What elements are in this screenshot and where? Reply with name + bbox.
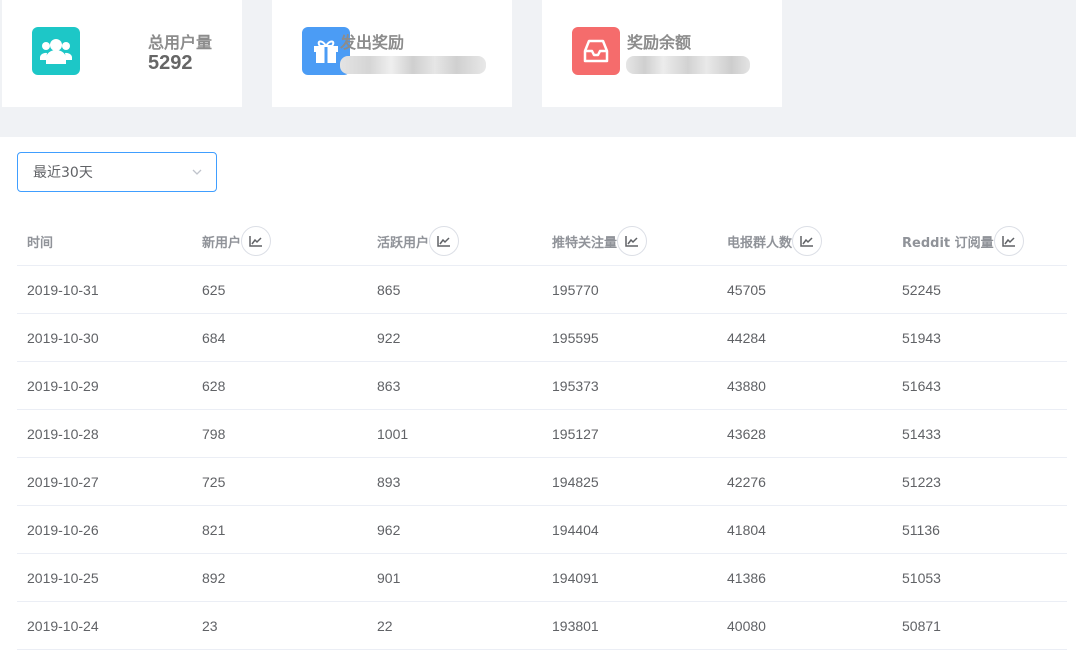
date-range-select[interactable]: 最近30天	[17, 152, 217, 192]
cell-active-users: 22	[377, 617, 393, 634]
cell-active-users: 863	[377, 377, 401, 394]
stat-label: 发出奖励	[340, 33, 405, 52]
cell-date: 2019-10-27	[27, 473, 99, 490]
cell-twitter-followers: 194825	[552, 473, 599, 490]
table-row: 2019-10-24 23 22 193801 40080 50871	[17, 602, 1067, 650]
cell-active-users: 901	[377, 569, 401, 586]
stat-label: 奖励余额	[627, 33, 692, 52]
blurred-value	[340, 56, 486, 74]
cell-new-users: 821	[202, 521, 226, 538]
table-header-row: 时间 新用户 活跃用户 推特关注量 电报群人数 Reddit 订阅量	[17, 217, 1067, 266]
header-twitter-followers: 推特关注量	[552, 217, 648, 265]
inbox-icon	[572, 27, 620, 75]
cell-telegram-members: 45705	[727, 281, 766, 298]
table-row: 2019-10-30 684 922 195595 44284 51943	[17, 314, 1067, 362]
stats-cards: 总用户量 5292 发出奖励 奖励余额	[0, 0, 1076, 137]
table-row: 2019-10-28 798 1001 195127 43628 51433	[17, 410, 1067, 458]
table-row: 2019-10-25 892 901 194091 41386 51053	[17, 554, 1067, 602]
cell-reddit-subscribers: 51943	[902, 329, 941, 346]
header-label: 活跃用户	[377, 235, 430, 251]
trend-chart-button[interactable]	[429, 226, 460, 256]
trend-chart-button[interactable]	[241, 226, 272, 256]
cell-telegram-members: 44284	[727, 329, 766, 346]
trend-chart-button[interactable]	[993, 226, 1024, 256]
header-label: Reddit 订阅量	[902, 235, 994, 251]
cell-active-users: 865	[377, 281, 401, 298]
stat-card-total-users: 总用户量 5292	[2, 0, 242, 107]
header-active-users: 活跃用户	[377, 217, 460, 265]
users-icon	[32, 27, 80, 75]
cell-twitter-followers: 195127	[552, 425, 599, 442]
line-chart-icon	[249, 236, 263, 247]
table-row: 2019-10-31 625 865 195770 45705 52245	[17, 266, 1067, 314]
header-new-users: 新用户	[202, 217, 272, 265]
table-row: 2019-10-26 821 962 194404 41804 51136	[17, 506, 1067, 554]
cell-twitter-followers: 195770	[552, 281, 599, 298]
line-chart-icon	[800, 236, 814, 247]
line-chart-icon	[625, 236, 639, 247]
cell-twitter-followers: 194091	[552, 569, 599, 586]
line-chart-icon	[437, 236, 451, 247]
trend-chart-button[interactable]	[617, 226, 648, 256]
cell-telegram-members: 43628	[727, 425, 766, 442]
cell-new-users: 625	[202, 281, 226, 298]
cell-new-users: 892	[202, 569, 226, 586]
cell-reddit-subscribers: 50871	[902, 617, 941, 634]
data-panel: 最近30天 时间 新用户 活跃用户 推特关注量 电报群人数 Reddit 订阅量…	[0, 137, 1076, 655]
cell-date: 2019-10-26	[27, 521, 99, 538]
header-telegram-members: 电报群人数	[727, 217, 823, 265]
header-label: 时间	[27, 235, 54, 251]
cell-new-users: 684	[202, 329, 226, 346]
stat-card-reward-balance: 奖励余额	[542, 0, 782, 107]
header-label: 电报群人数	[727, 235, 793, 251]
cell-telegram-members: 40080	[727, 617, 766, 634]
cell-date: 2019-10-25	[27, 569, 99, 586]
cell-reddit-subscribers: 51433	[902, 425, 941, 442]
cell-twitter-followers: 193801	[552, 617, 599, 634]
cell-active-users: 893	[377, 473, 401, 490]
blurred-value	[626, 56, 750, 74]
cell-reddit-subscribers: 51223	[902, 473, 941, 490]
header-date: 时间	[27, 217, 53, 265]
cell-twitter-followers: 195595	[552, 329, 599, 346]
cell-date: 2019-10-24	[27, 617, 99, 634]
cell-date: 2019-10-31	[27, 281, 99, 298]
header-label: 推特关注量	[552, 235, 618, 251]
line-chart-icon	[1001, 236, 1015, 247]
stat-label: 总用户量	[148, 33, 213, 52]
cell-date: 2019-10-30	[27, 329, 99, 346]
chevron-down-icon	[192, 169, 202, 175]
header-label: 新用户	[202, 235, 242, 251]
cell-telegram-members: 42276	[727, 473, 766, 490]
stats-table: 时间 新用户 活跃用户 推特关注量 电报群人数 Reddit 订阅量 2019-…	[17, 217, 1067, 650]
cell-new-users: 628	[202, 377, 226, 394]
cell-telegram-members: 41386	[727, 569, 766, 586]
cell-new-users: 798	[202, 425, 226, 442]
trend-chart-button[interactable]	[792, 226, 823, 256]
cell-reddit-subscribers: 51136	[902, 521, 940, 538]
cell-telegram-members: 41804	[727, 521, 766, 538]
cell-twitter-followers: 195373	[552, 377, 599, 394]
cell-reddit-subscribers: 51643	[902, 377, 941, 394]
stat-value: 5292	[148, 52, 193, 74]
date-range-selected: 最近30天	[33, 165, 93, 181]
table-row: 2019-10-27 725 893 194825 42276 51223	[17, 458, 1067, 506]
cell-reddit-subscribers: 51053	[902, 569, 941, 586]
table-row: 2019-10-29 628 863 195373 43880 51643	[17, 362, 1067, 410]
cell-twitter-followers: 194404	[552, 521, 599, 538]
header-reddit-subscribers: Reddit 订阅量	[902, 217, 1024, 265]
cell-new-users: 23	[202, 617, 218, 634]
cell-active-users: 922	[377, 329, 401, 346]
cell-date: 2019-10-28	[27, 425, 99, 442]
cell-telegram-members: 43880	[727, 377, 766, 394]
cell-date: 2019-10-29	[27, 377, 99, 394]
stat-card-rewards-issued: 发出奖励	[272, 0, 512, 107]
cell-reddit-subscribers: 52245	[902, 281, 941, 298]
cell-new-users: 725	[202, 473, 226, 490]
cell-active-users: 962	[377, 521, 401, 538]
cell-active-users: 1001	[377, 425, 409, 442]
